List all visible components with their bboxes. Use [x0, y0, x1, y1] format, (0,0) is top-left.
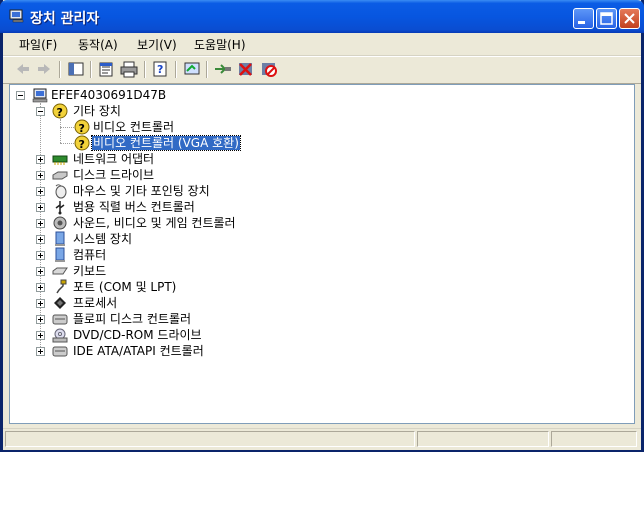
expand-toggle[interactable]: [36, 251, 45, 260]
status-panel: [551, 431, 637, 447]
floppy-controller-icon: [52, 314, 68, 325]
tree-node-label: IDE ATA/ATAPI 컨트롤러: [73, 344, 204, 358]
window-title: 장치 관리자: [30, 11, 100, 27]
expand-toggle[interactable]: [36, 283, 45, 292]
tree-node-network-adapters[interactable]: 네트워크 어댑터: [34, 151, 334, 167]
status-panel: [417, 431, 549, 447]
computer-icon: [32, 88, 48, 103]
toolbar: ?: [3, 56, 641, 84]
tree-node-sound-controllers[interactable]: 사운드, 비디오 및 게임 컨트롤러: [34, 215, 334, 231]
expand-toggle[interactable]: [36, 203, 45, 212]
expand-toggle[interactable]: [36, 187, 45, 196]
properties-icon[interactable]: [96, 60, 116, 78]
title-bar[interactable]: 장치 관리자: [0, 0, 644, 33]
uninstall-icon[interactable]: [236, 60, 256, 78]
tree-node-label: 범용 직렬 버스 컨트롤러: [73, 200, 195, 214]
expand-toggle[interactable]: [36, 219, 45, 228]
sound-icon: [53, 216, 67, 230]
tree-node-label: 사운드, 비디오 및 게임 컨트롤러: [73, 216, 236, 230]
tree-node-label: 컴퓨터: [73, 248, 107, 262]
menu-bar: 파일(F) 동작(A) 보기(V) 도움말(H): [3, 33, 641, 56]
forward-icon[interactable]: [34, 60, 54, 78]
expand-toggle[interactable]: [36, 171, 45, 180]
expand-toggle[interactable]: [36, 235, 45, 244]
tree-node-cdrom-drives[interactable]: DVD/CD-ROM 드라이브: [34, 327, 334, 343]
usb-icon: [55, 201, 65, 215]
tree-node-floppy-controllers[interactable]: 플로피 디스크 컨트롤러: [34, 311, 334, 327]
expand-toggle[interactable]: [36, 299, 45, 308]
tree-node-system-devices[interactable]: 시스템 장치: [34, 231, 334, 247]
back-icon[interactable]: [13, 60, 33, 78]
mouse-icon: [55, 184, 67, 199]
expand-toggle[interactable]: [36, 347, 45, 356]
scan-hardware-icon[interactable]: [182, 60, 202, 78]
svg-text:?: ?: [57, 106, 63, 119]
svg-text:?: ?: [79, 138, 85, 151]
computer-icon: [55, 247, 65, 262]
network-adapter-icon: [52, 155, 68, 165]
tree-node-label: 마우스 및 기타 포인팅 장치: [73, 184, 210, 198]
status-panel: [5, 431, 415, 447]
svg-text:?: ?: [79, 122, 85, 135]
tree-node-label: 프로세서: [73, 296, 118, 310]
device-manager-window: 장치 관리자 파일(F) 동작(A) 보기(V) 도움말(H) ? EFEF40…: [0, 0, 644, 452]
tree-root-label: EFEF4030691D47B: [51, 88, 167, 102]
tree-node-label: DVD/CD-ROM 드라이브: [73, 328, 202, 342]
tree-node-ports[interactable]: 포트 (COM 및 LPT): [34, 279, 334, 295]
disk-drive-icon: [52, 171, 68, 180]
disable-icon[interactable]: [259, 60, 279, 78]
tree-root[interactable]: EFEF4030691D47B: [14, 87, 214, 103]
tree-node-other-devices[interactable]: ? 기타 장치: [34, 103, 234, 119]
expand-toggle[interactable]: [36, 155, 45, 164]
cdrom-icon: [52, 328, 68, 343]
processor-icon: [54, 297, 66, 309]
expand-toggle[interactable]: [36, 331, 45, 340]
port-icon: [56, 279, 67, 294]
tree-node-mice[interactable]: 마우스 및 기타 포인팅 장치: [34, 183, 334, 199]
menu-file[interactable]: 파일(F): [15, 36, 61, 53]
tree-node-video-controller-vga[interactable]: ? 비디오 컨트롤러 (VGA 호환): [68, 135, 308, 151]
tree-node-keyboards[interactable]: 키보드: [34, 263, 334, 279]
status-bar: [3, 428, 641, 450]
menu-action[interactable]: 동작(A): [74, 36, 122, 53]
ide-controller-icon: [52, 346, 68, 357]
collapse-toggle[interactable]: [36, 107, 45, 116]
tree-node-label: 네트워크 어댑터: [73, 152, 155, 166]
tree-node-computer[interactable]: 컴퓨터: [34, 247, 334, 263]
warning-device-icon: ?: [74, 135, 90, 151]
expand-toggle[interactable]: [36, 267, 45, 276]
maximize-button[interactable]: [596, 8, 617, 29]
show-hide-tree-icon[interactable]: [66, 60, 86, 78]
close-button[interactable]: [619, 8, 640, 29]
tree-node-label: 플로피 디스크 컨트롤러: [73, 312, 192, 326]
tree-node-label: 디스크 드라이브: [73, 168, 155, 182]
warning-device-icon: ?: [74, 119, 90, 135]
tree-node-label: 기타 장치: [73, 104, 121, 118]
tree-node-label: 키보드: [73, 264, 107, 278]
device-tree[interactable]: EFEF4030691D47B ? 기타 장치 ? 비디오 컨트롤러 ? 비디오…: [9, 84, 635, 424]
tree-node-disk-drives[interactable]: 디스크 드라이브: [34, 167, 334, 183]
tree-node-video-controller[interactable]: ? 비디오 컨트롤러: [68, 119, 268, 135]
print-icon[interactable]: [119, 60, 139, 78]
menu-view[interactable]: 보기(V): [133, 36, 181, 53]
update-driver-icon[interactable]: [213, 60, 233, 78]
tree-node-label: 시스템 장치: [73, 232, 133, 246]
tree-node-ide-controllers[interactable]: IDE ATA/ATAPI 컨트롤러: [34, 343, 334, 359]
tree-node-usb-controllers[interactable]: 범용 직렬 버스 컨트롤러: [34, 199, 334, 215]
keyboard-icon: [52, 267, 68, 275]
unknown-device-icon: ?: [52, 103, 68, 119]
expand-toggle[interactable]: [36, 315, 45, 324]
collapse-toggle[interactable]: [16, 91, 25, 100]
help-icon[interactable]: ?: [151, 60, 171, 78]
tree-node-label: 비디오 컨트롤러: [93, 120, 175, 134]
device-manager-icon: [9, 9, 24, 23]
system-device-icon: [55, 231, 65, 246]
svg-text:?: ?: [157, 63, 163, 76]
minimize-button[interactable]: [573, 8, 594, 29]
menu-help[interactable]: 도움말(H): [190, 36, 250, 53]
tree-node-label-selected: 비디오 컨트롤러 (VGA 호환): [91, 135, 241, 151]
tree-node-processors[interactable]: 프로세서: [34, 295, 334, 311]
tree-node-label: 포트 (COM 및 LPT): [73, 280, 177, 294]
